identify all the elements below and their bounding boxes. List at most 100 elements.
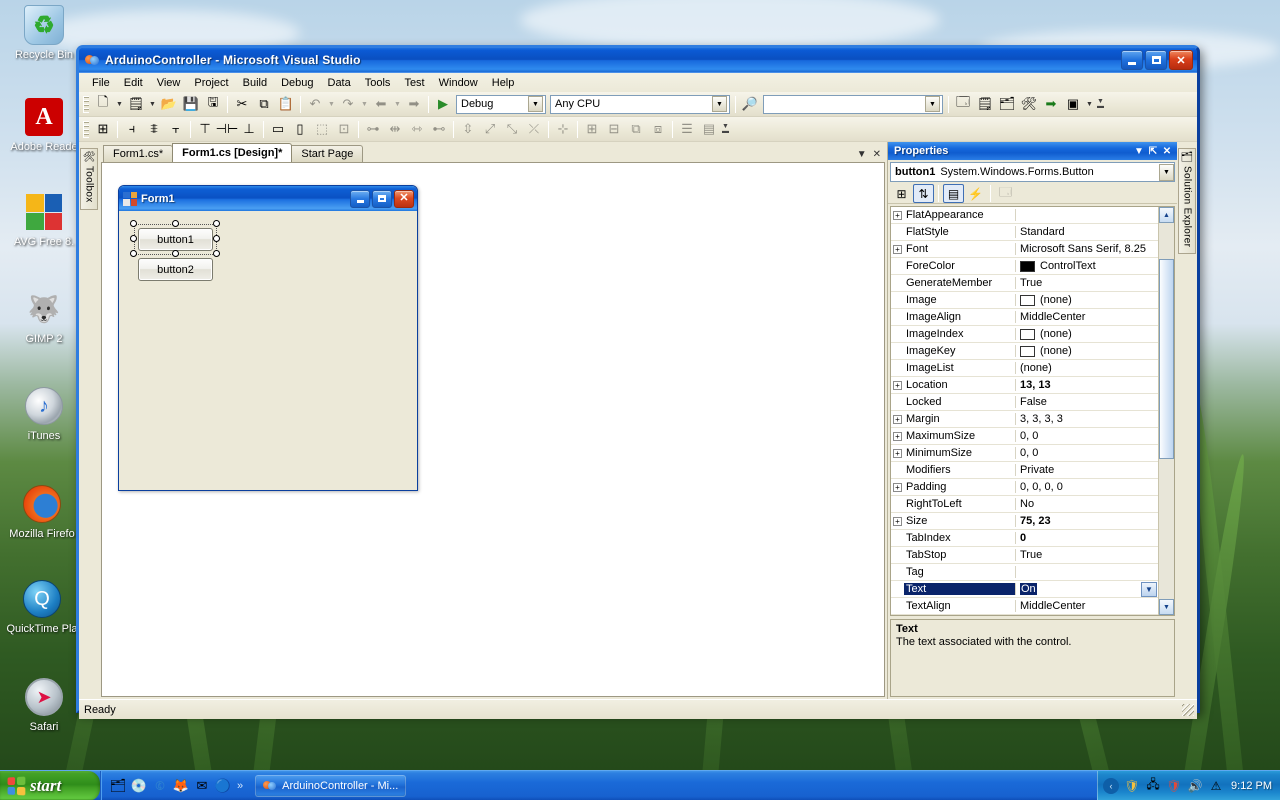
add-new-item-dropdown-icon[interactable]: ▼	[147, 94, 158, 115]
desktop-icon-quicktime[interactable]: Q QuickTime Pla	[4, 578, 80, 635]
make-same-width-icon[interactable]: ▭	[267, 119, 289, 140]
bring-to-front-icon[interactable]: ⊞	[581, 119, 603, 140]
property-row-maximumsize[interactable]: + MaximumSize 0, 0	[891, 428, 1158, 445]
outlook-express-icon[interactable]: ✉	[193, 777, 211, 795]
form1-client-area[interactable]: button1	[121, 211, 415, 488]
property-value[interactable]: 0, 0	[1016, 430, 1158, 442]
toolbar-options-icon[interactable]: ▼▬	[720, 119, 731, 140]
property-value[interactable]: No	[1016, 498, 1158, 510]
property-row-image[interactable]: Image (none)	[891, 292, 1158, 309]
sidebar-item-solution-explorer[interactable]: 🗂 Solution Explorer	[1178, 148, 1196, 254]
chevron-down-icon[interactable]: ▼	[1132, 144, 1146, 158]
property-row-minimumsize[interactable]: + MinimumSize 0, 0	[891, 445, 1158, 462]
scrollbar-track[interactable]	[1159, 223, 1174, 599]
property-value[interactable]: Standard	[1016, 226, 1158, 238]
make-same-size-icon[interactable]: ⬚	[311, 119, 333, 140]
property-value-with-swatch[interactable]: (none)	[1016, 345, 1158, 357]
undo-icon[interactable]: ↶	[304, 94, 326, 115]
chevron-down-icon[interactable]: ▼	[712, 96, 727, 112]
close-icon[interactable]: ✕	[1160, 144, 1174, 158]
align-bottoms-icon[interactable]: ⊥	[238, 119, 260, 140]
volume-icon[interactable]: 🔊	[1187, 778, 1203, 794]
align-tops-icon[interactable]: ⊤	[194, 119, 216, 140]
property-row-modifiers[interactable]: Modifiers Private	[891, 462, 1158, 479]
save-all-icon[interactable]: 🖫	[202, 94, 224, 115]
expander-icon[interactable]: +	[891, 380, 904, 390]
navigate-backward-icon[interactable]: ⬅	[370, 94, 392, 115]
property-value-editor[interactable]: On ▼	[1016, 582, 1158, 597]
desktop-icon-avg[interactable]: AVG Free 8.	[6, 191, 82, 248]
minimize-button[interactable]	[1121, 50, 1143, 70]
warning-icon[interactable]: ⚠	[1208, 778, 1224, 794]
find-in-files-icon[interactable]: 🔎	[739, 94, 761, 115]
resize-handle-se[interactable]	[213, 250, 220, 257]
resize-handle-ne[interactable]	[213, 220, 220, 227]
form1-minimize-button[interactable]	[350, 190, 370, 208]
property-row-tag[interactable]: Tag	[891, 564, 1158, 581]
toolbar-grip[interactable]	[83, 96, 89, 113]
property-value[interactable]: (none)	[1016, 362, 1158, 374]
alphabetical-icon[interactable]: ⇅	[913, 184, 934, 203]
resize-grip[interactable]	[1182, 704, 1194, 716]
property-row-margin[interactable]: + Margin 3, 3, 3, 3	[891, 411, 1158, 428]
menu-item-window[interactable]: Window	[432, 75, 485, 91]
expander-icon[interactable]: +	[891, 482, 904, 492]
chevron-down-icon[interactable]: ▼	[857, 149, 867, 160]
make-horizontal-spacing-equal-icon[interactable]: ⊶	[362, 119, 384, 140]
start-button[interactable]: start	[0, 771, 100, 800]
design-surface[interactable]: Form1 ✕ button1	[101, 162, 885, 697]
taskbar[interactable]: start 🗂 💿 🅮 🦊 ✉ 🔵 » ArduinoController - …	[0, 770, 1280, 800]
desktop-icon-gimp[interactable]: 🐺 GIMP 2	[6, 288, 82, 345]
property-row-tabindex[interactable]: TabIndex 0	[891, 530, 1158, 547]
command-window-icon[interactable]: ▣	[1062, 94, 1084, 115]
properties-panel[interactable]: Properties ▼ ⇱ ✕ button1 System.Windows.…	[887, 142, 1177, 699]
toolbar-overflow-icon[interactable]: ▼	[1084, 94, 1095, 115]
menu-item-view[interactable]: View	[150, 75, 188, 91]
antivirus-shield-icon[interactable]: 🛡	[1166, 778, 1182, 794]
menu-item-file[interactable]: File	[85, 75, 117, 91]
tray-expand-icon[interactable]: ‹	[1103, 778, 1119, 794]
property-row-flatappearance[interactable]: + FlatAppearance	[891, 207, 1158, 224]
new-project-icon[interactable]: 🗋	[92, 94, 114, 115]
property-value[interactable]: 0, 0	[1016, 447, 1158, 459]
menu-item-build[interactable]: Build	[236, 75, 274, 91]
send-to-back-icon[interactable]: ⊟	[603, 119, 625, 140]
decrease-vertical-spacing-icon[interactable]: ⤡	[501, 119, 523, 140]
redo-icon[interactable]: ↷	[337, 94, 359, 115]
form1-close-button[interactable]: ✕	[394, 190, 414, 208]
form1-designer-window[interactable]: Form1 ✕ button1	[118, 185, 418, 491]
make-same-height-icon[interactable]: ▯	[289, 119, 311, 140]
navigate-backward-dropdown-icon[interactable]: ▼	[392, 94, 403, 115]
expander-icon[interactable]: +	[891, 244, 904, 254]
property-pages-2-icon[interactable]: 🗔	[995, 184, 1016, 203]
scroll-down-button[interactable]: ▼	[1159, 599, 1174, 615]
decrease-horizontal-spacing-icon[interactable]: ⇿	[406, 119, 428, 140]
menu-item-test[interactable]: Test	[397, 75, 431, 91]
increase-vertical-spacing-icon[interactable]: ⤢	[479, 119, 501, 140]
tab-order-icon[interactable]: ☰	[676, 119, 698, 140]
scroll-up-button[interactable]: ▲	[1159, 207, 1174, 223]
error-list-icon[interactable]: ➡	[1040, 94, 1062, 115]
undo-dropdown-icon[interactable]: ▼	[326, 94, 337, 115]
properties-panel-titlebar[interactable]: Properties ▼ ⇱ ✕	[888, 142, 1177, 160]
align-rights-icon[interactable]: ⫟	[165, 119, 187, 140]
property-row-size[interactable]: + Size 75, 23	[891, 513, 1158, 530]
platform-combo[interactable]: Any CPU ▼	[550, 95, 730, 114]
property-value[interactable]: 3, 3, 3, 3	[1016, 413, 1158, 425]
menu-item-debug[interactable]: Debug	[274, 75, 320, 91]
system-tray[interactable]: ‹ 🛡 🖧 🛡 🔊 ⚠ 9:12 PM	[1097, 771, 1280, 800]
align-centers-icon[interactable]: ⩨	[143, 119, 165, 140]
form1-maximize-button[interactable]	[372, 190, 392, 208]
quick-launch-overflow-icon[interactable]: »	[235, 780, 245, 792]
add-new-item-icon[interactable]: 🗒	[125, 94, 147, 115]
open-file-icon[interactable]: 📂	[158, 94, 180, 115]
properties-object-combo[interactable]: button1 System.Windows.Forms.Button ▼	[890, 162, 1175, 182]
form-button-button1[interactable]: button1	[138, 228, 213, 251]
property-value[interactable]: 0	[1016, 532, 1158, 544]
copy-icon[interactable]: ⧉	[253, 94, 275, 115]
property-value-with-swatch[interactable]: (none)	[1016, 294, 1158, 306]
tab-start-page[interactable]: Start Page	[291, 145, 363, 162]
order-icon[interactable]: ⧈	[647, 119, 669, 140]
tab-bar-tools[interactable]: ▼ ✕	[857, 149, 887, 162]
property-value[interactable]: True	[1016, 549, 1158, 561]
